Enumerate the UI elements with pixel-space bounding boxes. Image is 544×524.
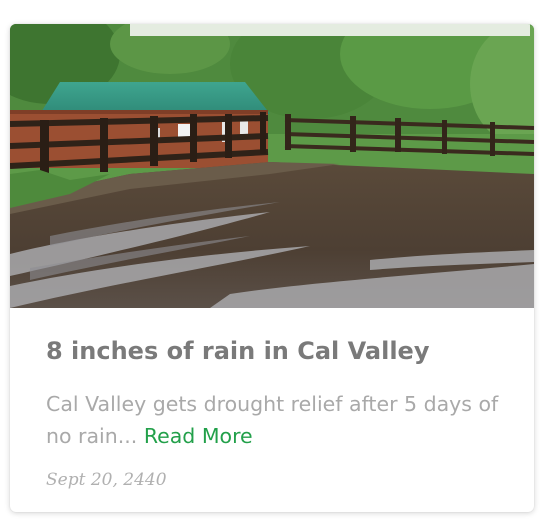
- article-date: Sept 20, 2440: [46, 470, 167, 490]
- article-image: [10, 24, 534, 308]
- article-title[interactable]: 8 inches of rain in Cal Valley: [46, 334, 504, 368]
- article-description: Cal Valley gets drought relief after 5 d…: [46, 388, 504, 452]
- article-body: 8 inches of rain in Cal Valley Cal Valle…: [46, 334, 504, 490]
- article-card[interactable]: 8 inches of rain in Cal Valley Cal Valle…: [10, 24, 534, 512]
- article-description-text: Cal Valley gets drought relief after 5 d…: [46, 392, 499, 448]
- read-more-link[interactable]: Read More: [144, 424, 253, 448]
